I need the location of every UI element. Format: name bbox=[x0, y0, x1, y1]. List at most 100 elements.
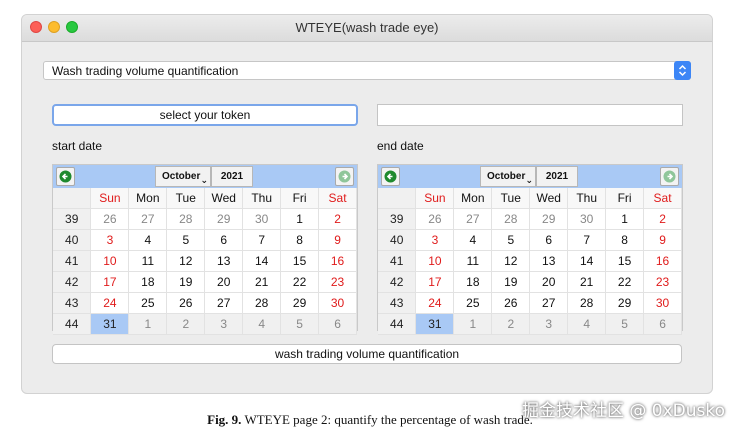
figure-caption-text: WTEYE page 2: quantify the percentage of… bbox=[244, 412, 533, 427]
calendar-day[interactable]: 22 bbox=[605, 271, 645, 293]
calendar-day[interactable]: 3 bbox=[415, 229, 455, 251]
next-month-button[interactable] bbox=[660, 167, 679, 186]
calendar-day[interactable]: 21 bbox=[242, 271, 282, 293]
calendar-day[interactable]: 28 bbox=[166, 208, 206, 230]
calendar-day[interactable]: 15 bbox=[280, 250, 320, 272]
year-spinner[interactable]: 2021 bbox=[211, 166, 253, 187]
calendar-day[interactable]: 19 bbox=[491, 271, 531, 293]
year-spinner[interactable]: 2021 bbox=[536, 166, 578, 187]
calendar-day[interactable]: 28 bbox=[491, 208, 531, 230]
calendar-day[interactable]: 1 bbox=[280, 208, 320, 230]
calendar-day[interactable]: 4 bbox=[453, 229, 493, 251]
calendar-day[interactable]: 27 bbox=[204, 292, 244, 314]
calendar-day[interactable]: 28 bbox=[242, 292, 282, 314]
mode-select[interactable]: Wash trading volume quantification bbox=[43, 61, 691, 80]
calendar-day[interactable]: 25 bbox=[128, 292, 168, 314]
calendar-day[interactable]: 27 bbox=[529, 292, 569, 314]
calendar-day[interactable]: 15 bbox=[605, 250, 645, 272]
calendar-day[interactable]: 1 bbox=[605, 208, 645, 230]
calendar-day[interactable]: 8 bbox=[605, 229, 645, 251]
calendar-day[interactable]: 20 bbox=[529, 271, 569, 293]
calendar-day[interactable]: 7 bbox=[242, 229, 282, 251]
calendar-day[interactable]: 6 bbox=[204, 229, 244, 251]
calendar-day[interactable]: 18 bbox=[453, 271, 493, 293]
calendar-day[interactable]: 28 bbox=[567, 292, 607, 314]
calendar-day[interactable]: 17 bbox=[90, 271, 130, 293]
calendar-day[interactable]: 19 bbox=[166, 271, 206, 293]
week-number: 39 bbox=[378, 208, 417, 230]
calendar-day[interactable]: 9 bbox=[318, 229, 357, 251]
quantify-button[interactable]: wash trading volume quantification bbox=[52, 344, 682, 364]
calendar-day[interactable]: 14 bbox=[567, 250, 607, 272]
calendar-day[interactable]: 20 bbox=[204, 271, 244, 293]
calendar-day[interactable]: 22 bbox=[280, 271, 320, 293]
calendar-day[interactable]: 26 bbox=[90, 208, 130, 230]
calendar-day[interactable]: 25 bbox=[453, 292, 493, 314]
calendar-day[interactable]: 3 bbox=[529, 313, 569, 335]
calendar-day[interactable]: 17 bbox=[415, 271, 455, 293]
updown-chevron-icon[interactable] bbox=[674, 61, 691, 80]
weekday-header: Sat bbox=[318, 188, 357, 209]
calendar-day[interactable]: 4 bbox=[242, 313, 282, 335]
calendar-day[interactable]: 30 bbox=[318, 292, 357, 314]
calendar-day[interactable]: 6 bbox=[529, 229, 569, 251]
calendar-day[interactable]: 13 bbox=[529, 250, 569, 272]
calendar-day[interactable]: 5 bbox=[280, 313, 320, 335]
calendar-day[interactable]: 6 bbox=[643, 313, 682, 335]
calendar-day[interactable]: 8 bbox=[280, 229, 320, 251]
calendar-day[interactable]: 11 bbox=[128, 250, 168, 272]
calendar-day[interactable]: 24 bbox=[415, 292, 455, 314]
calendar-day[interactable]: 3 bbox=[90, 229, 130, 251]
calendar-day[interactable]: 13 bbox=[204, 250, 244, 272]
calendar-day[interactable]: 2 bbox=[643, 208, 682, 230]
calendar-day[interactable]: 29 bbox=[529, 208, 569, 230]
calendar-day[interactable]: 4 bbox=[567, 313, 607, 335]
calendar-day[interactable]: 30 bbox=[567, 208, 607, 230]
calendar-day[interactable]: 6 bbox=[318, 313, 357, 335]
calendar-day[interactable]: 5 bbox=[491, 229, 531, 251]
calendar-day[interactable]: 2 bbox=[166, 313, 206, 335]
select-token-button[interactable]: select your token bbox=[52, 104, 358, 126]
calendar-day[interactable]: 10 bbox=[90, 250, 130, 272]
calendar-day[interactable]: 26 bbox=[166, 292, 206, 314]
calendar-day[interactable]: 24 bbox=[90, 292, 130, 314]
calendar-day[interactable]: 1 bbox=[453, 313, 493, 335]
calendar-day[interactable]: 30 bbox=[643, 292, 682, 314]
calendar-day[interactable]: 31 bbox=[90, 313, 130, 335]
calendar-day[interactable]: 9 bbox=[643, 229, 682, 251]
calendar-day[interactable]: 5 bbox=[605, 313, 645, 335]
calendar-day[interactable]: 26 bbox=[491, 292, 531, 314]
calendar-day[interactable]: 29 bbox=[204, 208, 244, 230]
calendar-day[interactable]: 2 bbox=[491, 313, 531, 335]
month-select[interactable]: October ⌄ bbox=[155, 166, 211, 187]
calendar-day[interactable]: 12 bbox=[166, 250, 206, 272]
calendar-day[interactable]: 7 bbox=[567, 229, 607, 251]
month-select[interactable]: October ⌄ bbox=[480, 166, 536, 187]
calendar-day[interactable]: 5 bbox=[166, 229, 206, 251]
calendar-day[interactable]: 4 bbox=[128, 229, 168, 251]
calendar-day[interactable]: 3 bbox=[204, 313, 244, 335]
calendar-day[interactable]: 18 bbox=[128, 271, 168, 293]
calendar-day[interactable]: 11 bbox=[453, 250, 493, 272]
prev-month-button[interactable] bbox=[381, 167, 400, 186]
calendar-day[interactable]: 10 bbox=[415, 250, 455, 272]
calendar-day[interactable]: 27 bbox=[453, 208, 493, 230]
calendar-day[interactable]: 1 bbox=[128, 313, 168, 335]
calendar-day[interactable]: 21 bbox=[567, 271, 607, 293]
next-month-button[interactable] bbox=[335, 167, 354, 186]
calendar-day[interactable]: 30 bbox=[242, 208, 282, 230]
calendar-day[interactable]: 27 bbox=[128, 208, 168, 230]
calendar-day[interactable]: 23 bbox=[643, 271, 682, 293]
calendar-day[interactable]: 12 bbox=[491, 250, 531, 272]
calendar-day[interactable]: 23 bbox=[318, 271, 357, 293]
calendar-day[interactable]: 29 bbox=[605, 292, 645, 314]
calendar-day[interactable]: 29 bbox=[280, 292, 320, 314]
token-field[interactable] bbox=[377, 104, 683, 126]
calendar-day[interactable]: 16 bbox=[318, 250, 357, 272]
calendar-day[interactable]: 16 bbox=[643, 250, 682, 272]
calendar-day[interactable]: 2 bbox=[318, 208, 357, 230]
calendar-day[interactable]: 14 bbox=[242, 250, 282, 272]
prev-month-button[interactable] bbox=[56, 167, 75, 186]
calendar-day[interactable]: 31 bbox=[415, 313, 455, 335]
calendar-day[interactable]: 26 bbox=[415, 208, 455, 230]
